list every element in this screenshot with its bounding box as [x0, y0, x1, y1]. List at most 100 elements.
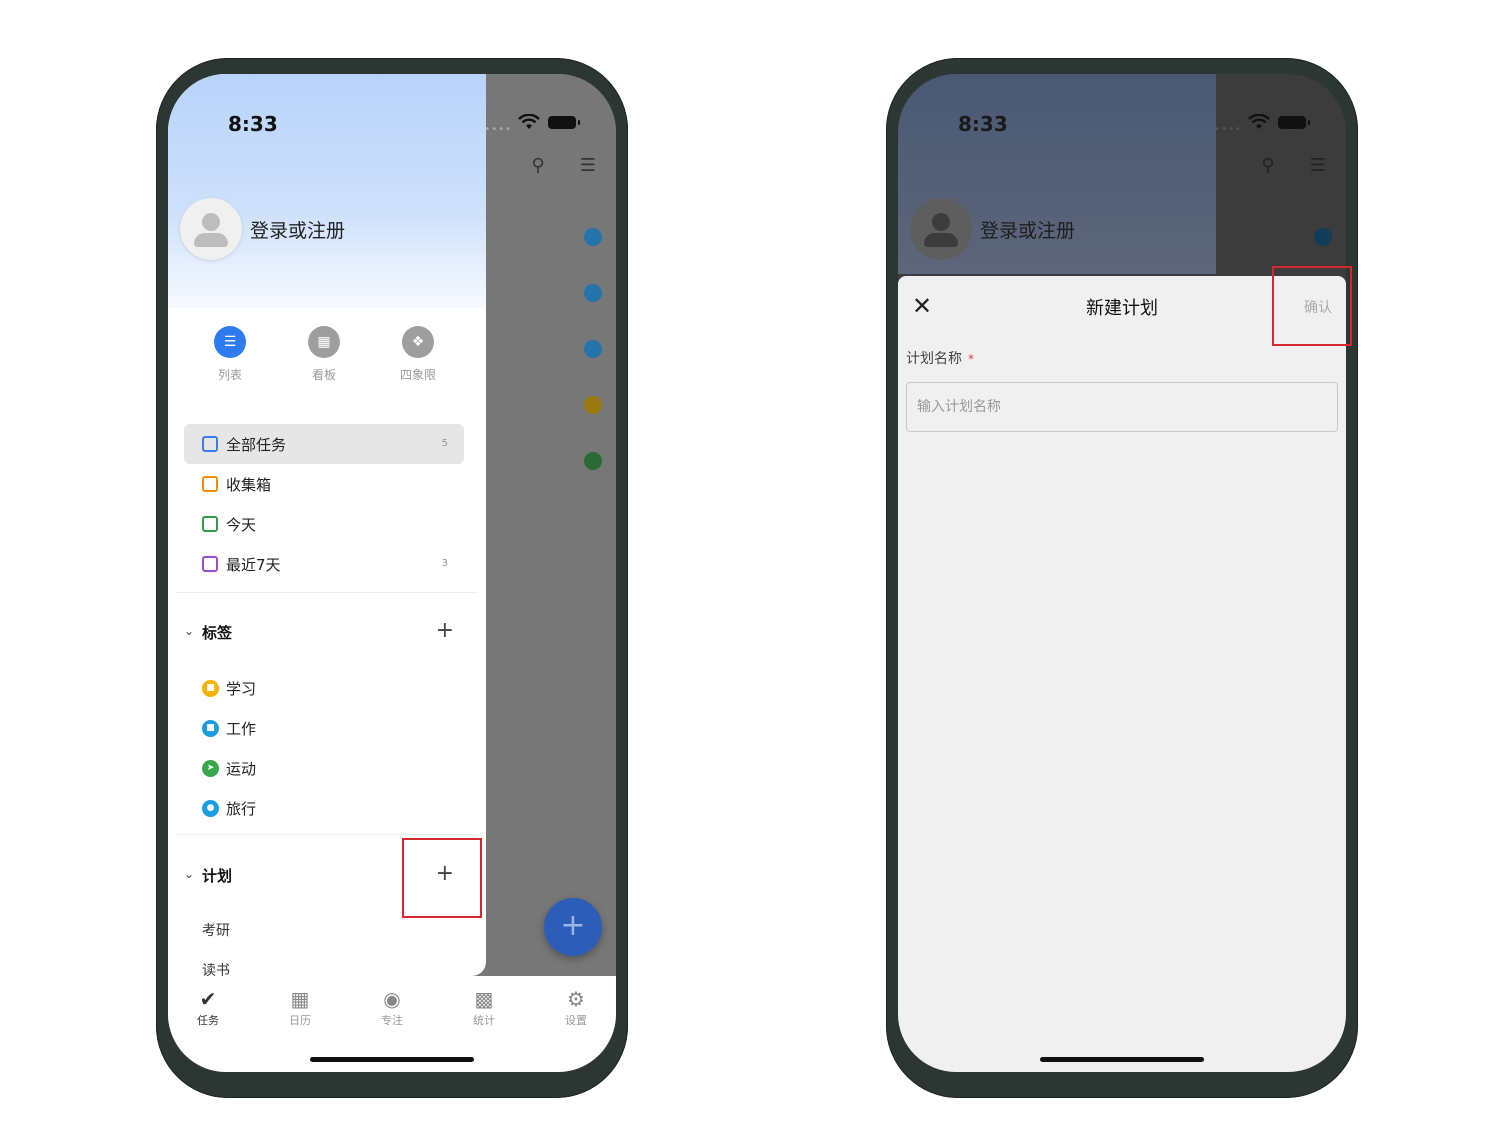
section-title: 计划 — [202, 867, 233, 885]
phone-frame-left: ⚲ ☰ + 8:33 •••• 登录或注册 ☰ 列表 ▦ 看板 ❖ 四象限 全部… — [156, 58, 628, 1098]
tag-item[interactable]: ■ 学习 — [184, 668, 464, 708]
list-item-all-tasks[interactable]: 全部任务 5 — [184, 424, 464, 464]
calendar-week-icon — [202, 556, 218, 572]
list-item-label: 最近7天 — [226, 556, 281, 574]
tab-settings[interactable]: ⚙ 设置 — [546, 988, 606, 1028]
tab-focus[interactable]: ◉ 专注 — [362, 988, 422, 1028]
kanban-icon: ▦ — [308, 326, 340, 358]
divider — [176, 592, 478, 593]
top-toolbar: ⚲ ☰ — [1256, 154, 1336, 184]
tab-label: 设置 — [565, 1014, 587, 1027]
check-icon: ✔ — [199, 987, 217, 1011]
avatar[interactable] — [180, 198, 242, 260]
calendar-today-icon — [202, 516, 218, 532]
view-kanban[interactable]: ▦ 看板 — [284, 326, 364, 383]
plan-item[interactable]: 读书 — [202, 960, 230, 976]
wifi-icon — [518, 114, 540, 129]
quadrant-icon: ❖ — [402, 326, 434, 358]
add-task-button[interactable]: + — [544, 898, 602, 956]
divider — [176, 834, 478, 835]
tab-label: 统计 — [473, 1014, 495, 1027]
calendar-icon: ▦ — [290, 987, 310, 1011]
add-tag-button[interactable]: + — [436, 618, 454, 643]
tags-section-header[interactable]: ⌄ 标签 + — [182, 614, 464, 654]
tab-tasks[interactable]: ✔ 任务 — [178, 988, 238, 1028]
task-tag-icon — [584, 452, 602, 470]
book-icon: ■ — [202, 680, 219, 697]
tab-stats[interactable]: ▩ 统计 — [454, 988, 514, 1028]
view-list[interactable]: ☰ 列表 — [190, 326, 270, 383]
status-bar: 8:33 •••• — [168, 74, 616, 136]
view-quadrant[interactable]: ❖ 四象限 — [378, 326, 458, 383]
stats-icon: ▩ — [474, 987, 494, 1011]
login-link[interactable]: 登录或注册 — [250, 216, 345, 243]
list-item-today[interactable]: 今天 — [184, 504, 464, 544]
task-tag-icon — [584, 228, 602, 246]
tab-label: 专注 — [381, 1014, 403, 1027]
phone-frame-right: 登录或注册 ⚲ ☰ 8:33 •••• ✕ 新建计划 确认 计划名称 * 输入计… — [886, 58, 1358, 1098]
list-item-inbox[interactable]: 收集箱 — [184, 464, 464, 504]
system-icons — [518, 114, 582, 130]
tag-label: 工作 — [226, 720, 257, 738]
tag-label: 旅行 — [226, 800, 257, 818]
search-icon: ⚲ — [1261, 155, 1275, 176]
task-tag-icon — [584, 396, 602, 414]
status-time: 8:33 — [958, 112, 1008, 136]
list-item-count: 5 — [441, 438, 448, 449]
plan-name-field-wrapper — [906, 382, 1338, 432]
list-item-label: 收集箱 — [226, 476, 272, 494]
battery-icon — [548, 116, 580, 129]
all-tasks-icon — [202, 436, 218, 452]
highlight-box-confirm — [1272, 266, 1352, 346]
filter-icon[interactable]: ☰ — [576, 154, 600, 178]
home-indicator — [310, 1057, 474, 1062]
section-title: 标签 — [202, 624, 233, 642]
tab-label: 日历 — [289, 1014, 311, 1027]
list-icon: ☰ — [214, 326, 246, 358]
status-bar: 8:33 •••• — [898, 74, 1346, 136]
required-mark: * — [968, 352, 974, 366]
avatar — [910, 198, 972, 260]
plan-name-label: 计划名称 * — [906, 348, 974, 368]
list-item-label: 今天 — [226, 516, 257, 534]
tag-list: ■ 学习 ■ 工作 ➤ 运动 ● 旅行 — [184, 668, 464, 828]
view-label: 看板 — [311, 368, 336, 382]
status-time: 8:33 — [228, 112, 278, 136]
system-icons — [1248, 114, 1312, 130]
inbox-icon — [202, 476, 218, 492]
list-item-next7days[interactable]: 最近7天 3 — [184, 544, 464, 584]
plan-item[interactable]: 考研 — [202, 920, 230, 940]
new-plan-sheet: ✕ 新建计划 确认 计划名称 * — [898, 276, 1346, 1072]
plan-name-input[interactable] — [907, 383, 1337, 431]
list-item-count: 3 — [441, 558, 448, 569]
focus-icon: ◉ — [383, 987, 401, 1011]
filter-icon: ☰ — [1309, 155, 1327, 176]
tag-item[interactable]: ■ 工作 — [184, 708, 464, 748]
signal-dots: •••• — [484, 124, 512, 135]
search-icon[interactable]: ⚲ — [526, 154, 550, 178]
laptop-icon: ■ — [202, 720, 219, 737]
home-indicator — [1040, 1057, 1204, 1062]
task-tag-icon — [584, 284, 602, 302]
highlight-box-add-plan — [402, 838, 482, 918]
login-link: 登录或注册 — [980, 220, 1076, 242]
chevron-down-icon[interactable]: ⌄ — [184, 624, 194, 638]
tag-label: 运动 — [226, 760, 257, 778]
tag-item[interactable]: ● 旅行 — [184, 788, 464, 828]
tag-item[interactable]: ➤ 运动 — [184, 748, 464, 788]
list-item-label: 全部任务 — [226, 436, 287, 454]
screen-left: ⚲ ☰ + 8:33 •••• 登录或注册 ☰ 列表 ▦ 看板 ❖ 四象限 全部… — [168, 74, 616, 1072]
signal-dots: •••• — [1214, 124, 1242, 135]
running-icon: ➤ — [202, 760, 219, 777]
wifi-icon — [1248, 114, 1270, 129]
battery-icon — [1278, 116, 1310, 129]
tab-label: 任务 — [197, 1014, 219, 1027]
chevron-down-icon[interactable]: ⌄ — [184, 867, 194, 881]
task-tag-icon — [1314, 228, 1332, 246]
screen-right: 登录或注册 ⚲ ☰ 8:33 •••• ✕ 新建计划 确认 计划名称 * 输入计… — [898, 74, 1346, 1072]
view-label: 列表 — [217, 368, 242, 382]
tag-label: 学习 — [226, 680, 257, 698]
tab-calendar[interactable]: ▦ 日历 — [270, 988, 330, 1028]
view-switcher: ☰ 列表 ▦ 看板 ❖ 四象限 — [168, 326, 486, 396]
view-label: 四象限 — [399, 368, 436, 382]
